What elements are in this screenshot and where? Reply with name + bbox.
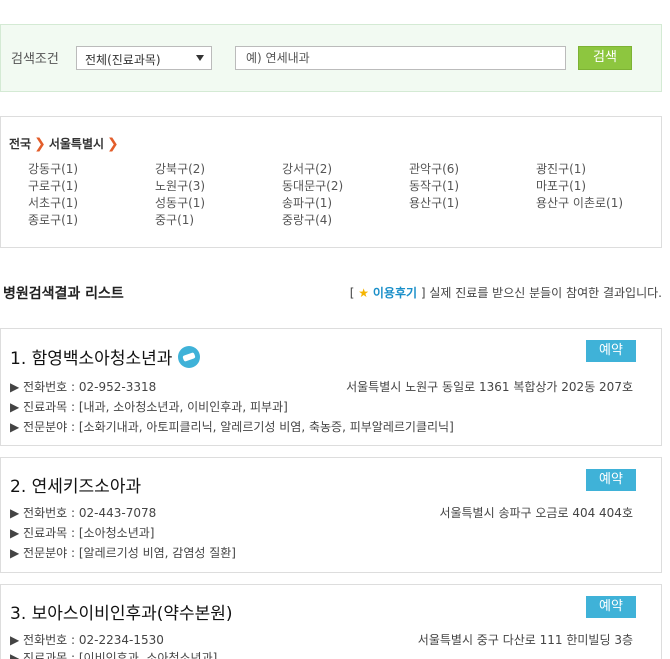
- results-title: 병원검색결과 리스트: [3, 286, 124, 302]
- specialty-line: ▶ 전문분야 : [알레르기성 비염, 감염성 질환]: [10, 546, 236, 560]
- district-link[interactable]: 용산구(1): [409, 195, 459, 211]
- review-badge-icon: [178, 346, 201, 368]
- district-link[interactable]: 종로구(1): [28, 212, 78, 228]
- district-link[interactable]: 강북구(2): [155, 161, 205, 177]
- department-line: ▶ 진료과목 : [내과, 소아청소년과, 이비인후과, 피부과]: [10, 400, 288, 414]
- results-note: [ ★ 이용후기 ] 실제 진료를 받으신 분들이 참여한 결과입니다.: [350, 284, 662, 301]
- district-link[interactable]: 중구(1): [155, 212, 194, 228]
- district-link[interactable]: 마포구(1): [536, 178, 586, 194]
- district-link[interactable]: 송파구(1): [282, 195, 332, 211]
- address: 서울특별시 송파구 오금로 404 404호: [439, 506, 633, 520]
- department-select[interactable]: 전체(진료과목): [76, 46, 212, 70]
- address: 서울특별시 노원구 동일로 1361 복합상가 202동 207호: [346, 380, 633, 394]
- district-link[interactable]: 강서구(2): [282, 161, 332, 177]
- breadcrumb-seoul[interactable]: 서울특별시: [49, 137, 104, 151]
- hospital-search-input[interactable]: [235, 46, 566, 70]
- chevron-down-icon: [196, 55, 204, 61]
- note-bracket-open: [: [349, 286, 359, 300]
- hospital-card: 1. 함영백소아청소년과 예약 ▶ 전화번호 : 02-952-3318 서울특…: [0, 328, 662, 446]
- hospital-name[interactable]: 3. 보아스이비인후과(약수본원): [10, 599, 233, 624]
- note-text: ] 실제 진료를 받으신 분들이 참여한 결과입니다.: [417, 286, 662, 300]
- address: 서울특별시 중구 다산로 111 한미빌딩 3층: [417, 633, 633, 647]
- hospital-card: 3. 보아스이비인후과(약수본원) 예약 ▶ 전화번호 : 02-2234-15…: [0, 584, 662, 659]
- search-bar: 검색조건 전체(진료과목) 검색: [0, 24, 662, 92]
- hospital-card: 2. 연세키즈소아과 예약 ▶ 전화번호 : 02-443-7078 서울특별시…: [0, 457, 662, 573]
- district-link[interactable]: 중랑구(4): [282, 212, 332, 228]
- region-filter: 전국 ❯ 서울특별시 ❯ 강동구(1) 강북구(2) 강서구(2) 관악구(6) 광진…: [0, 116, 662, 248]
- district-link[interactable]: 용산구 이촌로(1): [536, 195, 623, 211]
- specialty-line: ▶ 전문분야 : [소화기내과, 아토피클리닉, 알레르기성 비염, 축농증, …: [10, 420, 454, 434]
- reserve-button[interactable]: 예약: [586, 596, 636, 618]
- phone-line: ▶ 전화번호 : 02-443-7078: [10, 506, 157, 520]
- reserve-button[interactable]: 예약: [586, 469, 636, 491]
- hospital-name[interactable]: 2. 연세키즈소아과: [10, 472, 141, 497]
- department-line: ▶ 진료과목 : [이비인후과, 소아청소년과]: [10, 651, 218, 659]
- chevron-right-icon: ❯: [107, 136, 119, 152]
- search-condition-label: 검색조건: [11, 52, 59, 67]
- district-link[interactable]: 성동구(1): [155, 195, 205, 211]
- region-breadcrumb: 전국 ❯ 서울특별시 ❯: [9, 135, 122, 152]
- department-line: ▶ 진료과목 : [소아청소년과]: [10, 526, 155, 540]
- star-icon: ★: [358, 286, 370, 300]
- hospital-name[interactable]: 1. 함영백소아청소년과: [10, 344, 201, 370]
- district-link[interactable]: 강동구(1): [28, 161, 78, 177]
- review-link[interactable]: 이용후기: [373, 286, 417, 300]
- chevron-right-icon: ❯: [34, 136, 46, 152]
- district-link[interactable]: 관악구(6): [409, 161, 459, 177]
- reserve-button[interactable]: 예약: [586, 340, 636, 362]
- district-link[interactable]: 노원구(3): [155, 178, 205, 194]
- search-button[interactable]: 검색: [578, 46, 632, 70]
- phone-line: ▶ 전화번호 : 02-952-3318: [10, 380, 157, 394]
- district-link[interactable]: 구로구(1): [28, 178, 78, 194]
- district-link[interactable]: 동작구(1): [409, 178, 459, 194]
- department-select-value: 전체(진료과목): [85, 53, 161, 67]
- district-link[interactable]: 서초구(1): [28, 195, 78, 211]
- breadcrumb-nationwide[interactable]: 전국: [9, 137, 31, 151]
- hospital-name-text: 1. 함영백소아청소년과: [10, 349, 173, 369]
- phone-line: ▶ 전화번호 : 02-2234-1530: [10, 633, 164, 647]
- district-link[interactable]: 동대문구(2): [282, 178, 343, 194]
- district-link[interactable]: 광진구(1): [536, 161, 586, 177]
